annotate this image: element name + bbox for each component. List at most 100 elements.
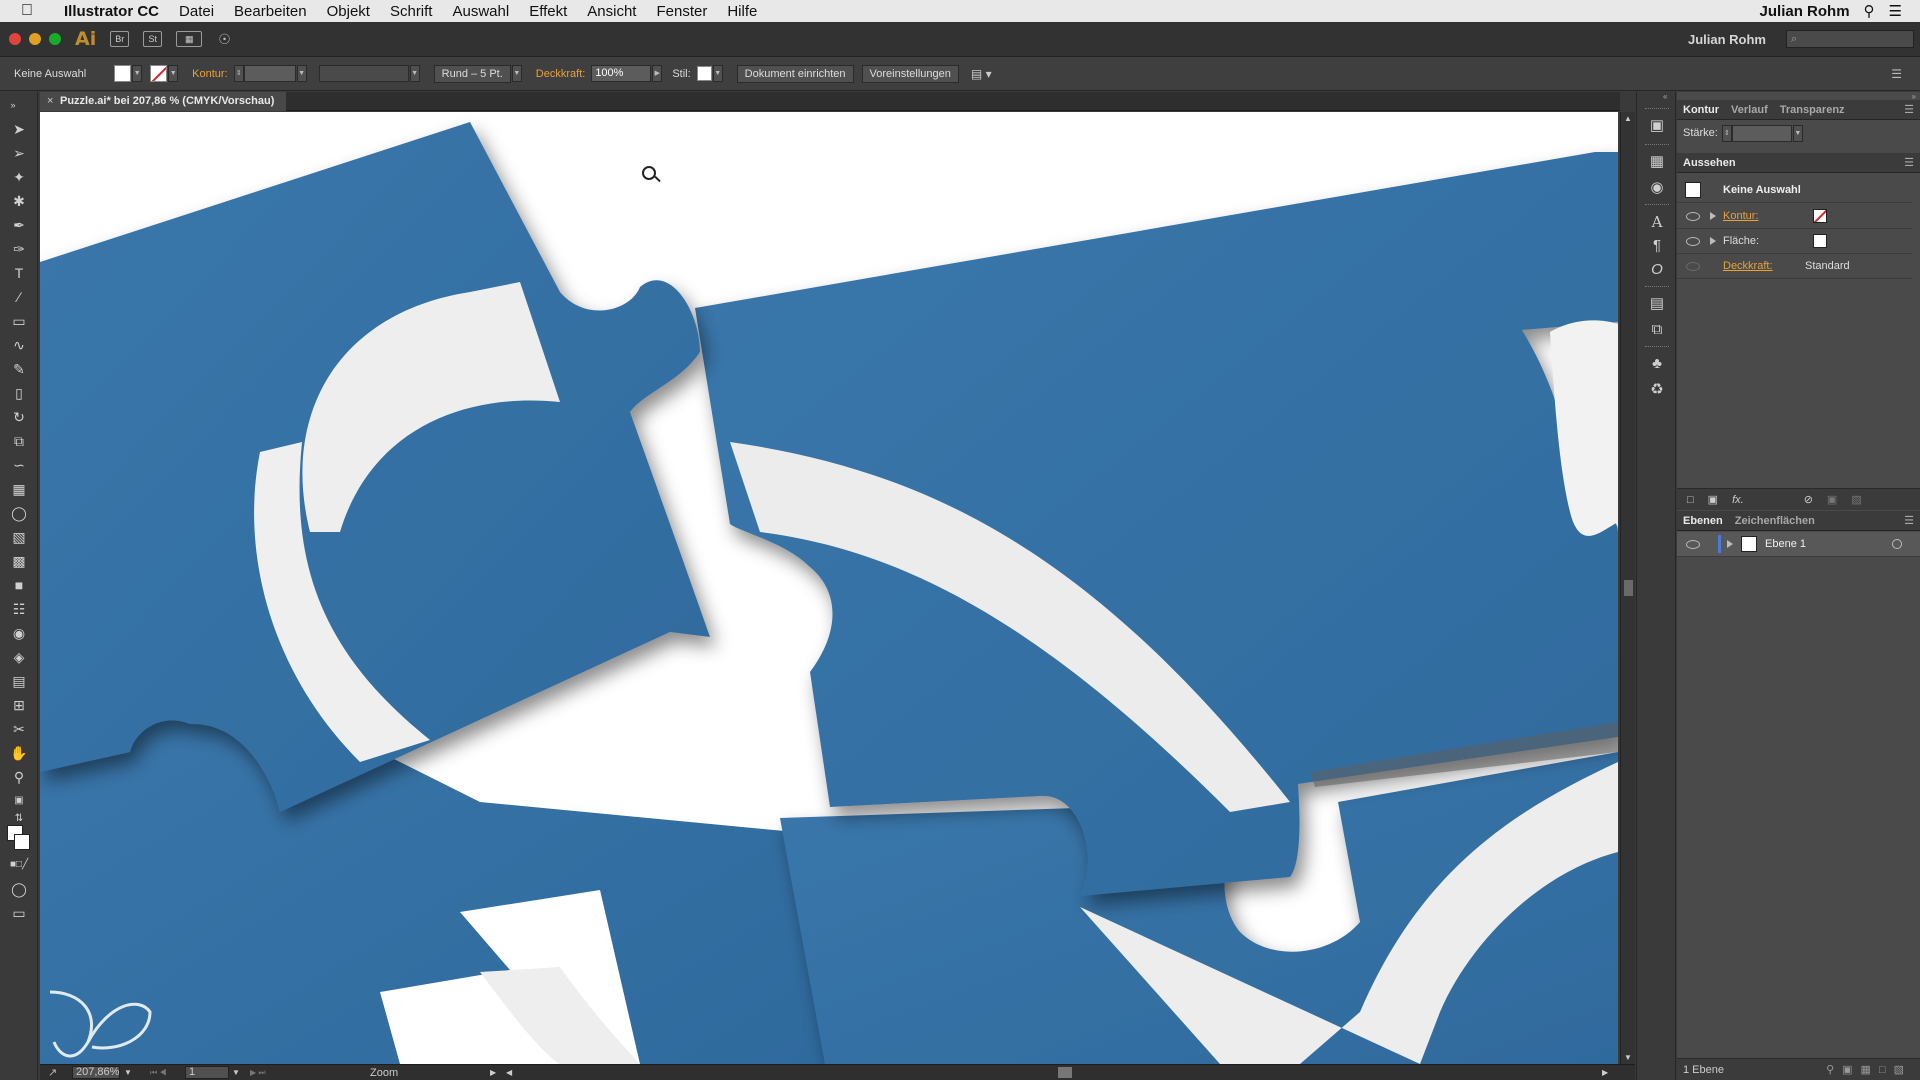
opentype-panel-icon[interactable]: O — [1647, 260, 1667, 280]
vertical-scroll-thumb[interactable] — [1624, 580, 1633, 596]
symbols-panel-icon[interactable]: ♣ — [1647, 354, 1667, 374]
search-icon[interactable]: ⚲ — [1864, 2, 1875, 20]
libraries-panel-icon[interactable]: ▣ — [1647, 116, 1667, 136]
appearance-stroke-label[interactable]: Kontur: — [1723, 210, 1758, 222]
delete-item-icon[interactable]: ▧ — [1851, 493, 1861, 506]
add-fill-icon[interactable]: ▣ — [1708, 493, 1718, 506]
stroke-weight-panel-field[interactable] — [1731, 124, 1792, 142]
opacity-dropdown[interactable]: ▶ — [652, 65, 663, 82]
zoom-tool-icon[interactable]: ⚲ — [10, 768, 28, 786]
add-effect-button[interactable]: fx. — [1732, 494, 1744, 506]
fill-swatch[interactable] — [114, 65, 132, 82]
collapse-dock-icon[interactable]: « — [1663, 92, 1667, 101]
menu-objekt[interactable]: Objekt — [317, 3, 380, 20]
menu-app-name[interactable]: Illustrator CC — [54, 3, 169, 20]
style-dropdown[interactable]: ▼ — [712, 65, 723, 82]
screen-mode-icon[interactable]: ▭ — [10, 904, 28, 922]
zoom-level-field[interactable]: 207,86% — [72, 1066, 120, 1079]
eye-icon[interactable] — [1686, 261, 1700, 271]
shaper-tool-icon[interactable]: ✎ — [10, 360, 28, 378]
pen-tool-icon[interactable]: ✒ — [10, 216, 28, 234]
scale-tool-icon[interactable]: ⧉ — [10, 432, 28, 450]
artboard-canvas[interactable] — [40, 112, 1618, 1064]
menu-bearbeiten[interactable]: Bearbeiten — [224, 3, 317, 20]
appearance-row-stroke[interactable]: Kontur: — [1677, 204, 1912, 229]
eraser-tool-icon[interactable]: ▯ — [10, 384, 28, 402]
menu-auswahl[interactable]: Auswahl — [442, 3, 519, 20]
stroke-weight-field[interactable] — [243, 65, 296, 82]
width-tool-icon[interactable]: ∽ — [10, 456, 28, 474]
stroke-swatch[interactable] — [150, 65, 168, 82]
brushes-panel-icon[interactable]: ◉ — [1647, 178, 1667, 198]
tab-transparenz[interactable]: Transparenz — [1774, 104, 1851, 116]
artboard-tool-icon[interactable]: ⊞ — [10, 696, 28, 714]
style-swatch[interactable] — [696, 66, 712, 81]
next-artboard-icon[interactable]: ▶ ⏭ — [250, 1068, 266, 1078]
duplicate-item-icon[interactable]: ▣ — [1827, 493, 1837, 506]
preferences-button[interactable]: Voreinstellungen — [861, 64, 959, 83]
appearance-stroke-swatch[interactable] — [1813, 209, 1827, 223]
lasso-tool-icon[interactable]: ✱ — [10, 192, 28, 210]
eyedropper-tool-icon[interactable]: ☷ — [10, 600, 28, 618]
tab-ebenen[interactable]: Ebenen — [1677, 515, 1729, 527]
brush-definition-select[interactable]: Rund – 5 Pt. — [433, 64, 511, 83]
drawing-mode-icon[interactable]: ◯ — [10, 880, 28, 898]
list-icon[interactable]: ☰ — [1889, 2, 1902, 20]
magic-wand-tool-icon[interactable]: ✦ — [10, 168, 28, 186]
pathfinder-panel-icon[interactable]: ⧉ — [1647, 320, 1667, 340]
status-menu-icon[interactable]: ▶ — [490, 1068, 496, 1077]
stroke-panel-menu-icon[interactable]: ☰ — [1898, 103, 1920, 116]
scroll-right-icon[interactable]: ▶ — [1602, 1068, 1608, 1077]
symbol-sprayer-tool-icon[interactable]: ◈ — [10, 648, 28, 666]
perspective-grid-tool-icon[interactable]: ▧ — [10, 528, 28, 546]
swatches-panel-icon[interactable]: ▦ — [1647, 152, 1667, 172]
variable-width-dropdown[interactable]: ▼ — [409, 65, 420, 82]
appearance-opacity-label[interactable]: Deckkraft: — [1723, 260, 1773, 272]
share-icon[interactable]: ↗ — [48, 1066, 57, 1079]
rectangle-tool-icon[interactable]: ▭ — [10, 312, 28, 330]
appearance-fill-swatch[interactable] — [1813, 234, 1827, 248]
eye-icon[interactable] — [1686, 211, 1700, 221]
tab-aussehen[interactable]: Aussehen — [1677, 157, 1742, 169]
opacity-label[interactable]: Deckkraft: — [536, 68, 586, 80]
variable-width-field[interactable] — [318, 65, 409, 82]
stroke-color-box[interactable] — [14, 834, 30, 850]
appearance-fill-label[interactable]: Fläche: — [1723, 235, 1759, 247]
slice-tool-icon[interactable]: ✂ — [10, 720, 28, 738]
menu-datei[interactable]: Datei — [169, 3, 224, 20]
menu-effekt[interactable]: Effekt — [519, 3, 577, 20]
tab-kontur[interactable]: Kontur — [1677, 104, 1725, 116]
bridge-button[interactable]: Br — [110, 31, 130, 47]
opacity-field[interactable]: 100% — [591, 65, 652, 82]
menu-hilfe[interactable]: Hilfe — [717, 3, 767, 20]
appearance-row-opacity[interactable]: Deckkraft: Standard — [1677, 254, 1912, 279]
stock-button[interactable]: St — [143, 31, 163, 47]
menubar-user[interactable]: Julian Rohm — [1760, 3, 1850, 20]
line-tool-icon[interactable]: ∕ — [10, 288, 28, 306]
expand-triangle-icon[interactable] — [1710, 212, 1716, 220]
rotate-tool-icon[interactable]: ↻ — [10, 408, 28, 426]
curvature-tool-icon[interactable]: ✑ — [10, 240, 28, 258]
layer-row-ebene-1[interactable]: Ebene 1 — [1677, 532, 1920, 557]
default-colors-icon[interactable]: ▣ ⇅ — [10, 792, 28, 824]
eye-icon[interactable] — [1686, 236, 1700, 246]
selection-tool-icon[interactable]: ➤ — [10, 120, 28, 138]
appbar-user[interactable]: Julian Rohm — [1688, 32, 1786, 47]
vertical-scrollbar[interactable]: ▲ ▼ — [1620, 112, 1635, 1064]
artboard-dropdown-icon[interactable]: ▼ — [232, 1068, 240, 1077]
layer-footer-icons[interactable]: ⚲▣▦□▧ — [1826, 1063, 1912, 1076]
graphic-styles-panel-icon[interactable]: ♻ — [1647, 380, 1667, 400]
horizontal-scroll-thumb[interactable] — [1058, 1067, 1072, 1078]
menu-ansicht[interactable]: Ansicht — [577, 3, 646, 20]
blend-tool-icon[interactable]: ◉ — [10, 624, 28, 642]
menu-fenster[interactable]: Fenster — [646, 3, 717, 20]
first-artboard-icon[interactable]: ⏮ ◀ — [150, 1068, 167, 1078]
layer-visibility-icon[interactable] — [1686, 539, 1700, 549]
fill-dropdown[interactable]: ▼ — [132, 65, 143, 82]
hand-tool-icon[interactable]: ✋ — [10, 744, 28, 762]
stroke-label[interactable]: Kontur: — [192, 68, 227, 80]
stroke-weight-panel-stepper[interactable]: ⇕ — [1721, 124, 1732, 142]
help-search-input[interactable]: ⌕ — [1786, 30, 1914, 48]
direct-selection-tool-icon[interactable]: ➢ — [10, 144, 28, 162]
layers-panel-menu-icon[interactable]: ☰ — [1898, 514, 1920, 527]
